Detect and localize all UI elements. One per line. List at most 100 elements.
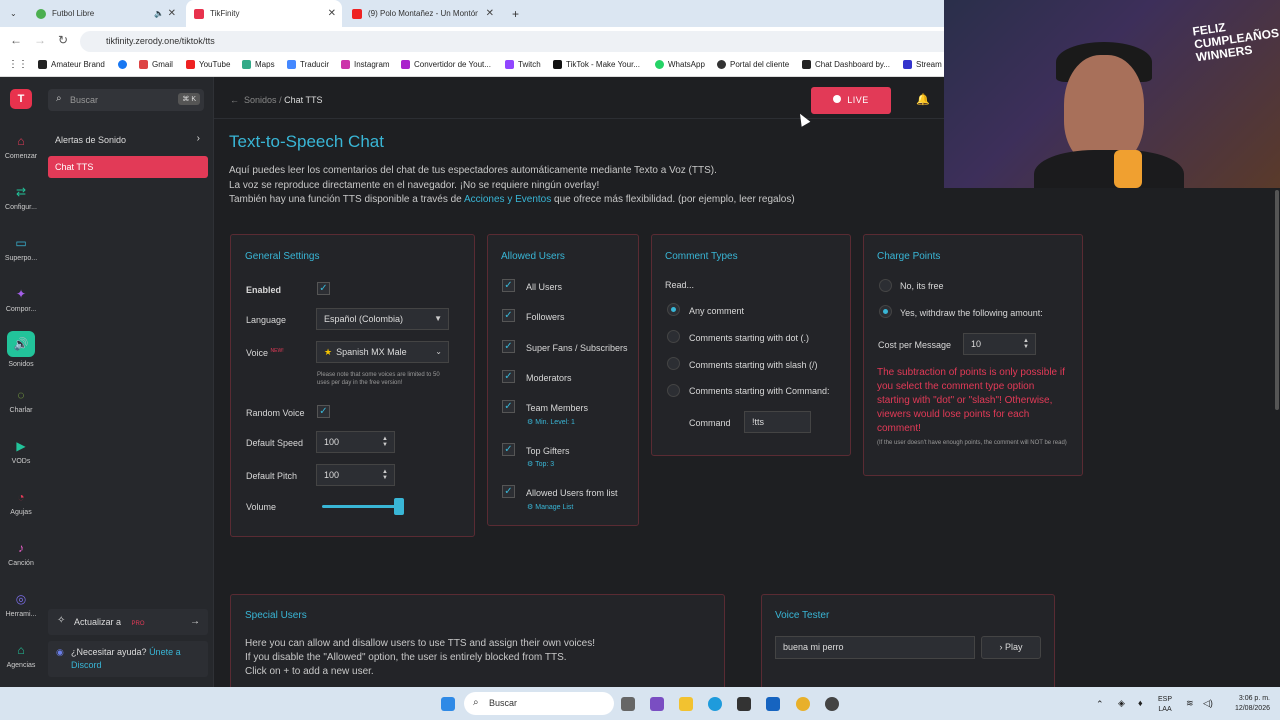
radio-button[interactable]	[667, 357, 680, 370]
mic-icon[interactable]: ♦	[1138, 698, 1143, 708]
checkbox[interactable]: ✓	[502, 370, 515, 383]
edge-icon[interactable]	[708, 697, 722, 711]
play-button[interactable]: › Play	[981, 636, 1041, 659]
cost-input[interactable]: 10 ▲ ▼	[963, 333, 1036, 355]
page-scrollbar[interactable]	[1275, 190, 1279, 410]
bell-icon[interactable]: 🔔	[916, 93, 930, 106]
search-input[interactable]: ⌕ Buscar ⌘ K	[48, 89, 204, 111]
checkbox[interactable]: ✓	[502, 485, 515, 498]
stepper-icon[interactable]: ▲ ▼	[382, 469, 388, 481]
wifi-icon[interactable]: ≋	[1186, 698, 1194, 708]
bookmark-item[interactable]: Twitch	[505, 60, 541, 69]
live-button[interactable]: LIVE	[811, 87, 891, 114]
rail-superposiciones[interactable]: ▭ Superpo...	[0, 235, 42, 262]
rail-vods[interactable]: ▶ VODs	[0, 438, 42, 465]
bookmark-item[interactable]: YouTube	[186, 60, 230, 69]
rail-configurar[interactable]: ⇄ Configur...	[0, 184, 42, 211]
taskview-icon[interactable]	[621, 697, 635, 711]
pitch-input[interactable]: 100 ▲ ▼	[316, 464, 395, 486]
radio-button[interactable]	[667, 303, 680, 316]
app-icon[interactable]	[825, 697, 839, 711]
close-icon[interactable]: ✕	[486, 8, 494, 19]
tab-futbol-libre[interactable]: Futbol Libre 🔈 ✕	[28, 0, 182, 27]
tab-menu-button[interactable]: ⌄	[2, 0, 24, 27]
rail-charlar[interactable]: ◌ Charlar	[0, 387, 42, 414]
forward-icon[interactable]: →	[34, 33, 46, 47]
actions-link[interactable]: Acciones y Eventos	[464, 194, 551, 205]
checkbox[interactable]: ✓	[502, 400, 515, 413]
bookmark-item[interactable]: Portal del cliente	[717, 60, 789, 69]
rail-sonidos[interactable]: 🔊 Sonidos	[0, 331, 42, 368]
store-icon[interactable]	[737, 697, 751, 711]
bookmark-item[interactable]: WhatsApp	[655, 60, 705, 69]
volume-slider-handle[interactable]	[394, 498, 404, 515]
tab-tikfinity[interactable]: TikFinity ✕	[186, 0, 342, 27]
bookmark-item[interactable]: Maps	[242, 60, 275, 69]
bookmark-item[interactable]: Instagram	[341, 60, 390, 69]
rail-comenzar[interactable]: ⌂ Comenzar	[0, 133, 42, 160]
team-level-link[interactable]: ⚙ Min. Level: 1	[527, 418, 575, 426]
top-gifters-link[interactable]: ⚙ Top: 3	[527, 460, 554, 468]
rail-agujas[interactable]: ◔ Agujas	[0, 489, 42, 516]
breadcrumb-parent[interactable]: Sonidos	[244, 95, 277, 105]
manage-list-link[interactable]: ⚙ Manage List	[527, 503, 573, 511]
language-indicator[interactable]: ESP LAA	[1158, 695, 1172, 715]
bookmark-item[interactable]: Convertidor de Yout...	[401, 60, 491, 69]
reload-icon[interactable]: ↻	[58, 33, 68, 47]
page-title: Text-to-Speech Chat	[229, 132, 384, 151]
speed-input[interactable]: 100 ▲ ▼	[316, 431, 395, 453]
enabled-checkbox[interactable]: ✓	[317, 282, 330, 295]
back-arrow-icon[interactable]: ←	[230, 95, 239, 105]
bookmark-item[interactable]: TikTok - Make Your...	[553, 60, 640, 69]
mail-icon[interactable]	[766, 697, 780, 711]
radio-button[interactable]	[667, 330, 680, 343]
close-icon[interactable]: ✕	[168, 8, 176, 19]
volume-icon[interactable]: ◁)	[1203, 698, 1213, 708]
upgrade-button[interactable]: ✧ Actualizar a PRO →	[48, 609, 208, 635]
logo[interactable]: T	[10, 89, 32, 109]
stepper-icon[interactable]: ▲ ▼	[382, 436, 388, 448]
radio-button[interactable]	[667, 384, 680, 397]
windows-start-icon[interactable]	[441, 697, 455, 711]
checkbox[interactable]: ✓	[502, 443, 515, 456]
rail-comportamiento[interactable]: ✦ Compor...	[0, 286, 42, 313]
radio-button[interactable]	[879, 279, 892, 292]
new-tab-button[interactable]: +	[504, 0, 524, 27]
command-input[interactable]: !tts	[744, 411, 811, 433]
chrome-icon[interactable]	[796, 697, 810, 711]
menu-item-chat-tts[interactable]: Chat TTS	[48, 156, 208, 178]
network-icon[interactable]: ◈	[1118, 698, 1125, 708]
tester-input[interactable]: buena mi perro	[775, 636, 975, 659]
stepper-icon[interactable]: ▲ ▼	[1023, 338, 1029, 350]
back-icon[interactable]: ←	[10, 33, 22, 47]
file-explorer-icon[interactable]	[679, 697, 693, 711]
language-select[interactable]: Español (Colombia) ▼	[316, 308, 449, 330]
rail-herramientas[interactable]: ◎ Herrami...	[0, 591, 42, 618]
search-icon: ⌕	[56, 93, 62, 104]
speaker-icon[interactable]: 🔈	[154, 9, 164, 18]
bookmark-item[interactable]: Gmail	[139, 60, 173, 69]
volume-slider[interactable]	[322, 505, 400, 508]
checkbox[interactable]: ✓	[502, 309, 515, 322]
close-icon[interactable]: ✕	[328, 8, 336, 19]
radio-button[interactable]	[879, 305, 892, 318]
bookmark-item[interactable]	[118, 60, 131, 69]
rail-cancion[interactable]: ♪ Canción	[0, 540, 42, 567]
tab-youtube[interactable]: (9) Polo Montañez - Un Montón ... ✕	[344, 0, 500, 27]
tray-chevron-icon[interactable]: ⌃	[1096, 699, 1104, 709]
bookmark-item[interactable]: Amateur Brand	[38, 60, 105, 69]
address-bar[interactable]: tikfinity.zerody.one/tiktok/tts	[80, 31, 960, 52]
bookmark-item[interactable]: Traducir	[287, 60, 329, 69]
checkbox[interactable]: ✓	[502, 340, 515, 353]
bookmark-item[interactable]: Stream	[903, 60, 942, 69]
rail-agencias[interactable]: ⌂ Agencias	[0, 642, 42, 669]
apps-icon[interactable]: ⋮⋮	[8, 59, 28, 70]
widgets-icon[interactable]	[650, 697, 664, 711]
taskbar-search[interactable]: ⌕ Buscar	[464, 692, 614, 715]
random-voice-checkbox[interactable]: ✓	[317, 405, 330, 418]
menu-item-alertas[interactable]: Alertas de Sonido ›	[48, 129, 208, 151]
bookmark-item[interactable]: Chat Dashboard by...	[802, 60, 890, 69]
clock[interactable]: 3:06 p. m. 12/08/2026	[1222, 694, 1270, 714]
voice-select[interactable]: ★ Spanish MX Male ⌄	[316, 341, 449, 363]
checkbox[interactable]: ✓	[502, 279, 515, 292]
